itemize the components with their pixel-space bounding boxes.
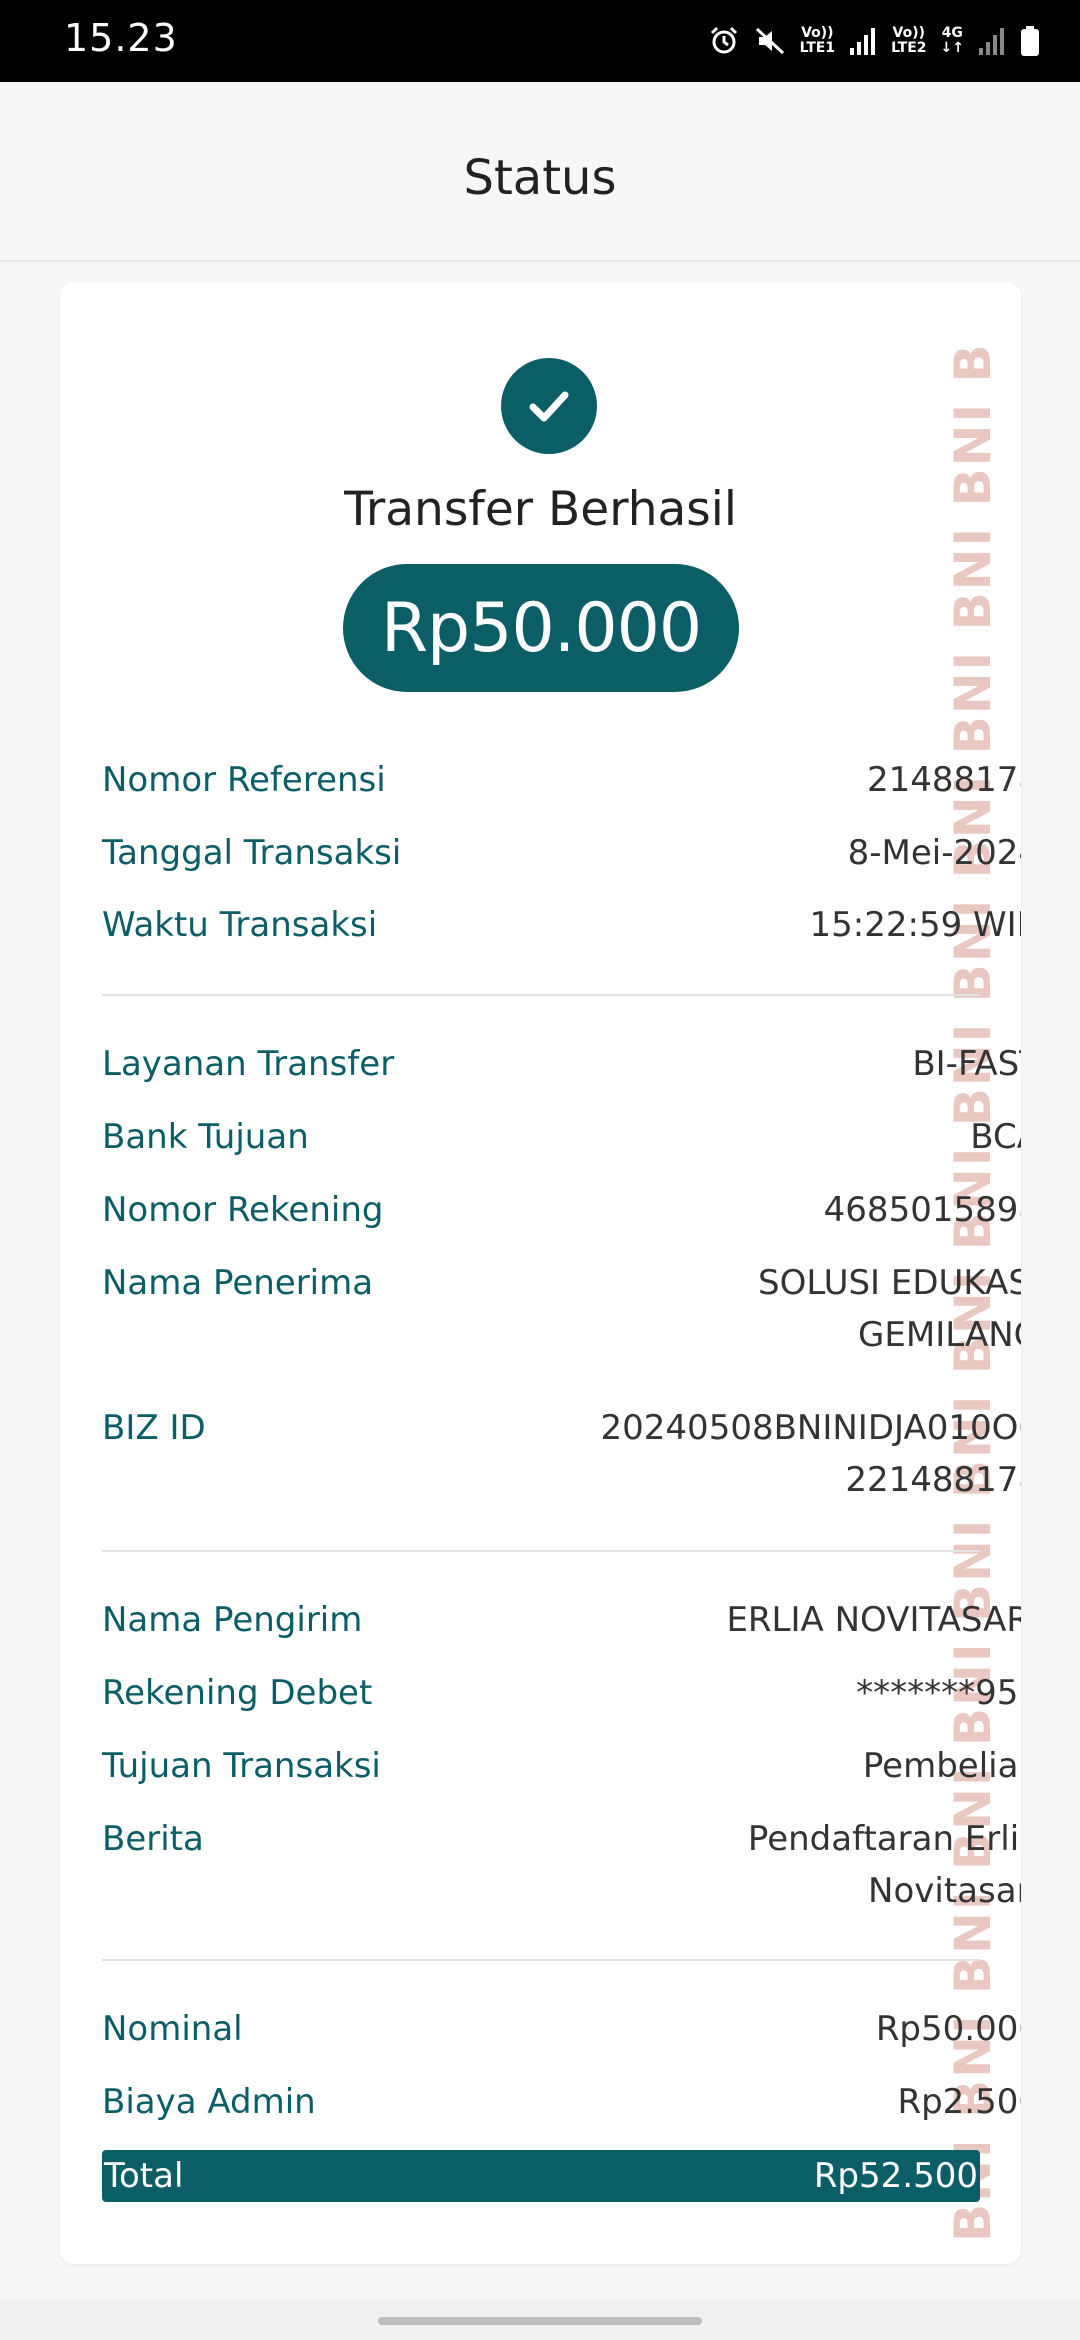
detail-value: 4685015898 xyxy=(823,1190,1021,1230)
divider xyxy=(102,1959,980,1961)
detail-label: Nama Pengirim xyxy=(102,1600,363,1640)
detail-label: Nomor Rekening xyxy=(102,1190,384,1230)
detail-label: Tanggal Transaksi xyxy=(102,833,402,873)
detail-label: Bank Tujuan xyxy=(102,1117,309,1157)
detail-value: BCA xyxy=(970,1117,1021,1157)
4g-icon: 4G ↓↑ xyxy=(940,25,964,56)
detail-row-admin-fee: Biaya Admin Rp2.500 xyxy=(102,2082,1021,2128)
mute-icon xyxy=(754,25,786,57)
detail-value: Rp2.500 xyxy=(897,2082,1021,2122)
detail-label: Rekening Debet xyxy=(102,1673,373,1713)
total-label: Total xyxy=(104,2156,184,2196)
detail-value: ERLIA NOVITASARI xyxy=(726,1600,1021,1640)
detail-row-biz-id: BIZ ID 20240508BNINIDJA010O0 221488178 xyxy=(102,1408,1021,1506)
status-bar: 15.23 Vo)) LTE1 Vo)) LTE2 4G ↓↑ xyxy=(0,0,1080,82)
detail-label: Nominal xyxy=(102,2009,243,2049)
app-header: Status xyxy=(0,82,1080,262)
detail-label: Waktu Transaksi xyxy=(102,905,378,945)
success-check-icon xyxy=(501,358,597,454)
transfer-amount-badge: Rp50.000 xyxy=(343,564,739,692)
detail-value: SOLUSI EDUKASIGEMILANG xyxy=(757,1263,1021,1355)
receipt-card: BNI BNI BNI BNI BNI BNI BNI BNI BNI BNI … xyxy=(60,282,1021,2264)
detail-row-message: Berita Pendaftaran ErliaNovitasari xyxy=(102,1819,1021,1917)
detail-row-transaction-date: Tanggal Transaksi 8-Mei-2024 xyxy=(102,833,1021,879)
detail-row-debit-account: Rekening Debet *******953 xyxy=(102,1673,1021,1719)
alarm-icon xyxy=(708,25,740,57)
volte-lte1-icon: Vo)) LTE1 xyxy=(799,25,836,56)
detail-label: Berita xyxy=(102,1819,204,1859)
total-value: Rp52.500 xyxy=(813,2156,978,2196)
detail-value: 15:22:59 WIB xyxy=(809,905,1021,945)
battery-icon xyxy=(1020,25,1040,57)
detail-value: Pembelian xyxy=(862,1746,1021,1786)
detail-row-nominal: Nominal Rp50.000 xyxy=(102,2009,1021,2055)
detail-row-sender-name: Nama Pengirim ERLIA NOVITASARI xyxy=(102,1600,1021,1646)
total-row: Total Rp52.500 xyxy=(102,2150,980,2202)
detail-label: Biaya Admin xyxy=(102,2082,316,2122)
detail-row-destination-bank: Bank Tujuan BCA xyxy=(102,1117,1021,1163)
detail-label: Nomor Referensi xyxy=(102,760,386,800)
volte-lte2-icon: Vo)) LTE2 xyxy=(891,25,927,56)
detail-row-recipient-name: Nama Penerima SOLUSI EDUKASIGEMILANG xyxy=(102,1263,1021,1361)
detail-row-transfer-service: Layanan Transfer BI-FAST xyxy=(102,1044,1021,1090)
detail-row-transaction-time: Waktu Transaksi 15:22:59 WIB xyxy=(102,905,1021,951)
detail-value: 21488178 xyxy=(866,760,1021,800)
divider xyxy=(102,1550,980,1552)
signal-icon xyxy=(978,26,1006,56)
gesture-nav-bar xyxy=(0,2300,1080,2340)
divider xyxy=(102,994,980,996)
detail-value: 20240508BNINIDJA010O0 221488178 xyxy=(600,1408,1021,1500)
detail-value: 8-Mei-2024 xyxy=(847,833,1021,873)
home-gesture-handle[interactable] xyxy=(378,2317,702,2325)
detail-label: BIZ ID xyxy=(102,1408,206,1448)
detail-row-account-number: Nomor Rekening 4685015898 xyxy=(102,1190,1021,1236)
detail-row-reference-number: Nomor Referensi 21488178 xyxy=(102,760,1021,806)
detail-label: Nama Penerima xyxy=(102,1263,374,1303)
page-title: Status xyxy=(463,150,617,206)
detail-label: Tujuan Transaksi xyxy=(102,1746,381,1786)
transfer-status-headline: Transfer Berhasil xyxy=(344,482,737,537)
detail-value: *******953 xyxy=(856,1673,1021,1713)
status-icons: Vo)) LTE1 Vo)) LTE2 4G ↓↑ xyxy=(708,18,1040,64)
detail-value: Rp50.000 xyxy=(875,2009,1021,2049)
detail-value: BI-FAST xyxy=(912,1044,1021,1084)
detail-value: Pendaftaran ErliaNovitasari xyxy=(747,1819,1021,1911)
transfer-amount: Rp50.000 xyxy=(380,588,702,668)
detail-label: Layanan Transfer xyxy=(102,1044,395,1084)
signal-icon xyxy=(849,26,877,56)
detail-row-transaction-purpose: Tujuan Transaksi Pembelian xyxy=(102,1746,1021,1792)
status-time: 15.23 xyxy=(64,16,178,60)
